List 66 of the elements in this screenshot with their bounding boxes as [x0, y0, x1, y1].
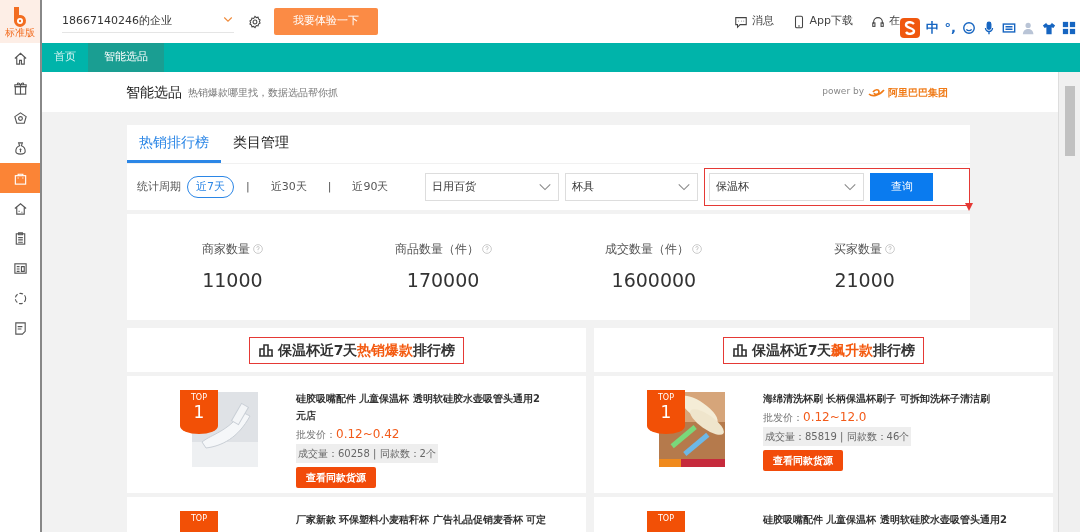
microphone-icon[interactable] — [982, 21, 996, 35]
rank-badge: TOP 1 — [647, 390, 685, 434]
shirt-icon[interactable] — [1042, 21, 1056, 35]
money-bag-icon — [12, 140, 28, 156]
grid-icon[interactable] — [1062, 21, 1076, 35]
category-select[interactable]: 保温杯 — [709, 173, 864, 201]
sales-info: 成交量：85819 | 同款数：46个 — [763, 427, 912, 447]
rank-badge: TOP — [647, 511, 685, 532]
sales-info: 成交量：60258 | 同款数：2个 — [296, 444, 438, 464]
brand-name: 阿里巴巴集团 — [888, 85, 948, 100]
query-button[interactable]: 查询 — [870, 173, 933, 201]
emoji-icon[interactable] — [962, 21, 976, 35]
product-title[interactable]: 厂家新款 环保塑料小麦秸秆杯 广告礼品促销麦香杯 可定 — [296, 511, 586, 528]
brand-logo-icon — [868, 87, 886, 97]
ime-mode[interactable]: 中 — [925, 18, 939, 38]
note-icon — [12, 320, 28, 336]
powered-by-label: power by — [822, 85, 864, 99]
ranking-title: 保温杯近7天热销爆款排行榜 — [277, 340, 456, 360]
tab[interactable]: 热销排行榜 — [127, 125, 221, 163]
ranking-title: 保温杯近7天飙升款排行榜 — [751, 340, 916, 360]
cycle-icon — [12, 290, 28, 306]
period-option[interactable]: 近90天 — [343, 175, 398, 199]
price: 0.12~0.42 — [336, 427, 400, 441]
rank-badge: TOP 1 — [180, 390, 218, 434]
price-label: 批发价： — [296, 429, 336, 440]
header-link[interactable]: 消息 — [733, 13, 774, 30]
header-link[interactable]: 在 — [871, 13, 900, 30]
settings-icon[interactable] — [248, 15, 262, 29]
stat-value: 1600000 — [611, 267, 697, 293]
rank-badge: TOP — [180, 511, 218, 532]
keyboard-icon[interactable] — [1002, 21, 1016, 35]
stat-value: 11000 — [202, 267, 263, 293]
price: 0.12~12.0 — [803, 410, 867, 424]
view-sources-button[interactable]: 查看同款货源 — [763, 450, 843, 472]
message-icon — [733, 14, 748, 29]
category-select[interactable]: 杯具 — [564, 173, 698, 201]
separator: | — [327, 178, 332, 195]
stat-value: 170000 — [406, 267, 480, 293]
separator: | — [246, 178, 250, 195]
bar-chart-icon — [257, 343, 274, 357]
gift-icon — [12, 80, 28, 96]
house-icon — [12, 200, 28, 216]
slogan: 热销爆款哪里找，数据选品帮你抓 — [188, 85, 338, 100]
stat-label: 商品数量（件） — [394, 240, 479, 258]
company-select[interactable]: 18667140246的企业 — [62, 9, 234, 34]
period-option[interactable]: 近30天 — [261, 175, 316, 199]
product-title[interactable]: 硅胶吸嘴配件 儿童保温杯 透明软硅胶水壶吸管头通用2元店 — [296, 390, 546, 424]
headset-icon — [871, 14, 885, 29]
stat-label: 商家数量 — [201, 240, 250, 258]
price-label: 批发价： — [763, 412, 803, 423]
stat-value: 21000 — [834, 267, 895, 293]
page-title: 智能选品 — [126, 83, 182, 101]
category-select[interactable]: 日用百货 — [425, 173, 559, 201]
header-link[interactable]: App下载 — [791, 13, 853, 30]
product-title[interactable]: 海绵清洗杯刷 长柄保温杯刷子 可拆卸洗杯子清洁刷 — [763, 390, 1013, 407]
product-title[interactable]: 硅胶吸嘴配件 儿童保温杯 透明软硅胶水壶吸管头通用2 — [763, 511, 1053, 528]
home-icon — [12, 50, 28, 66]
view-sources-button[interactable]: 查看同款货源 — [296, 467, 376, 489]
logo-caption: 标准版 — [5, 27, 35, 38]
period-label: 统计周期 — [137, 178, 181, 195]
tab[interactable]: 类目管理 — [221, 125, 301, 163]
id-card-icon — [12, 260, 28, 276]
stat-label: 买家数量 — [834, 240, 883, 258]
ime-punctuation[interactable]: °, — [944, 18, 956, 38]
bar-chart-icon — [731, 343, 748, 357]
stat-label: 成交数量（件） — [605, 240, 690, 258]
